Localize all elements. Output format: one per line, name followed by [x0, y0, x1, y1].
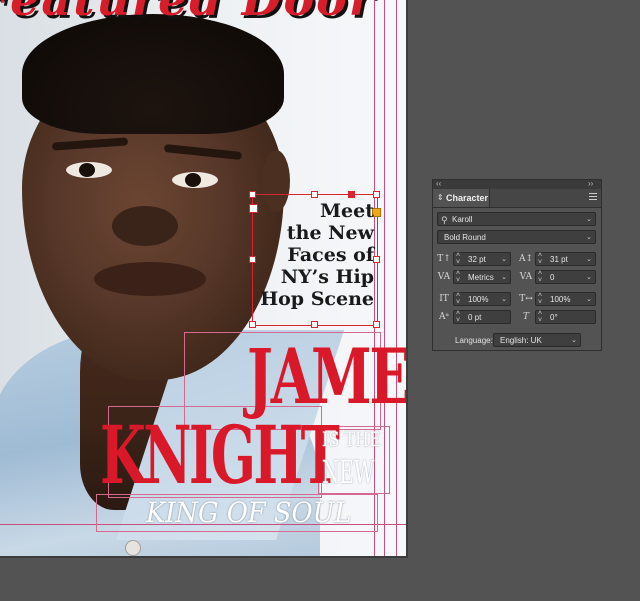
handle-bottom-center[interactable]: [311, 321, 318, 328]
vertical-scale-icon: IT: [439, 294, 449, 304]
font-size-icon: T↑: [437, 254, 451, 264]
handle-middle-right[interactable]: [373, 256, 380, 263]
leading-stepper[interactable]: ˄ ˅: [538, 252, 542, 266]
photo-hair: [22, 14, 284, 134]
font-style-value: Bold Round: [444, 233, 486, 242]
chevron-down-icon[interactable]: ⌄: [586, 213, 592, 227]
handle-top-right[interactable]: [373, 191, 380, 198]
tagline-line-3: Faces of: [287, 244, 374, 266]
leading-field[interactable]: ˄ ˅ 31 pt ⌄: [535, 252, 596, 266]
font-family-value: Karoll: [452, 215, 473, 224]
chevron-down-icon[interactable]: ⌄: [586, 293, 592, 307]
font-size-stepper[interactable]: ˄ ˅: [456, 252, 460, 266]
handle-top-center[interactable]: [311, 191, 318, 198]
tagline-line-4: NY’s Hip: [280, 266, 374, 288]
photo-eye-right: [172, 172, 218, 188]
language-value: English: UK: [500, 336, 542, 345]
masthead[interactable]: Featured Door: [0, 0, 406, 32]
character-panel[interactable]: ‹‹ ›› ⇕ Character ⚲ Karoll ⌄ Bold Round …: [432, 179, 602, 351]
panel-title-bar[interactable]: ‹‹ ››: [433, 179, 601, 189]
kerning-value: Metrics: [468, 273, 494, 282]
chevron-down-icon[interactable]: ⌄: [586, 231, 592, 245]
skew-icon: T: [522, 312, 529, 322]
font-size-value: 32 pt: [468, 255, 486, 264]
close-panel-icon[interactable]: ››: [588, 179, 593, 188]
chevron-down-icon[interactable]: ⌄: [571, 334, 577, 348]
font-style-field[interactable]: Bold Round ⌄: [437, 230, 596, 244]
photo-eye-left: [66, 162, 112, 178]
tracking-icon: VA: [519, 272, 533, 282]
tagline-text[interactable]: Meet the New Faces of NY’s Hip Hop Scene: [256, 200, 374, 310]
horizontal-scale-value: 100%: [550, 295, 571, 304]
vertical-scale-field[interactable]: ˄ ˅ 100% ⌄: [453, 292, 511, 306]
kerning-icon: VA: [437, 272, 451, 282]
shirt-button: [125, 540, 141, 556]
panel-menu-icon[interactable]: [589, 193, 597, 202]
horizontal-scale-stepper[interactable]: ˄ ˅: [538, 292, 542, 306]
headline-knight[interactable]: KNIGHT: [100, 410, 340, 500]
search-icon: ⚲: [441, 215, 448, 225]
chevron-down-icon[interactable]: ⌄: [586, 253, 592, 267]
tagline-line-5: Hop Scene: [260, 288, 374, 310]
kerning-field[interactable]: ˄ ˅ Metrics ⌄: [453, 270, 511, 284]
horizontal-scale-icon: T↔: [519, 294, 533, 304]
language-dropdown[interactable]: English: UK ⌄: [493, 333, 581, 347]
page-shadow-bottom: [0, 556, 408, 558]
tracking-value: 0: [550, 273, 555, 282]
skew-stepper[interactable]: ˄ ˅: [538, 310, 542, 324]
document-page[interactable]: Featured Door Meet the New Faces of NY’s…: [0, 0, 406, 556]
tracking-stepper[interactable]: ˄ ˅: [538, 270, 542, 284]
tracking-field[interactable]: ˄ ˅ 0 ⌄: [535, 270, 596, 284]
leading-value: 31 pt: [550, 255, 568, 264]
chevron-down-icon[interactable]: ⌄: [586, 271, 592, 285]
photo-nose: [112, 206, 178, 246]
horizontal-scale-field[interactable]: ˄ ˅ 100% ⌄: [535, 292, 596, 306]
tab-character[interactable]: ⇕ Character: [433, 189, 490, 207]
skew-field[interactable]: ˄ ˅ 0°: [535, 310, 596, 324]
vertical-scale-stepper[interactable]: ˄ ˅: [456, 292, 460, 306]
language-label: Language:: [455, 336, 493, 345]
is-the-text[interactable]: IS THE: [322, 426, 381, 452]
new-text[interactable]: NEW: [322, 454, 374, 490]
vertical-scale-value: 100%: [468, 295, 489, 304]
chevron-down-icon[interactable]: ⌄: [501, 253, 507, 267]
page-shadow-right: [406, 0, 408, 556]
tab-character-label: Character: [446, 193, 489, 203]
photo-lips: [94, 262, 206, 296]
panel-expand-icon[interactable]: ⇕: [437, 189, 444, 207]
chevron-down-icon[interactable]: ⌄: [501, 271, 507, 285]
chevron-down-icon[interactable]: ⌄: [501, 293, 507, 307]
font-size-field[interactable]: ˄ ˅ 32 pt ⌄: [453, 252, 511, 266]
handle-bottom-right[interactable]: [373, 321, 380, 328]
handle-top-anchor[interactable]: [348, 191, 355, 198]
baseline-shift-icon: Aᵃ: [439, 312, 449, 322]
masthead-text: Featured Door: [0, 0, 375, 26]
collapse-icon[interactable]: ‹‹: [436, 179, 441, 188]
baseline-shift-field[interactable]: ˄ ˅ 0 pt: [453, 310, 511, 324]
kerning-stepper[interactable]: ˄ ˅: [456, 270, 460, 284]
king-of-soul-text[interactable]: KING OF SOUL: [146, 496, 367, 530]
skew-value: 0°: [550, 313, 558, 322]
handle-bottom-left[interactable]: [249, 321, 256, 328]
font-family-field[interactable]: ⚲ Karoll ⌄: [437, 212, 596, 226]
tagline-line-2: the New: [286, 222, 374, 244]
handle-top-left[interactable]: [249, 191, 256, 198]
leading-icon: A↕: [519, 254, 534, 264]
baseline-shift-stepper[interactable]: ˄ ˅: [456, 310, 460, 324]
handle-middle-left[interactable]: [249, 256, 256, 263]
bleed-guide[interactable]: [396, 0, 397, 556]
baseline-shift-value: 0 pt: [468, 313, 482, 322]
tagline-line-1: Meet: [320, 200, 374, 222]
panel-tab-row: ⇕ Character: [433, 189, 601, 208]
